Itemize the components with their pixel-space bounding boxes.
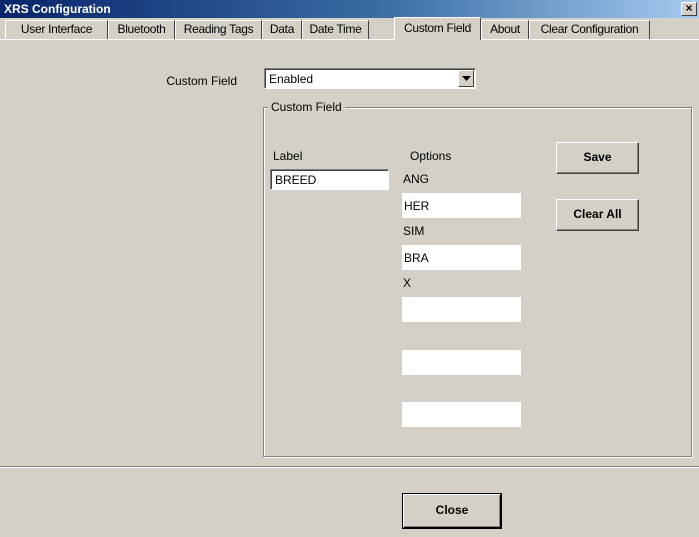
label-input[interactable]: BREED (270, 169, 389, 190)
custom-field-select-value: Enabled (269, 72, 314, 86)
save-button[interactable]: Save (556, 142, 639, 174)
close-button[interactable]: Close (403, 494, 501, 528)
window-title: XRS Configuration (4, 2, 111, 16)
option-6-input[interactable] (402, 297, 521, 322)
tab-bluetooth[interactable]: Bluetooth (108, 20, 175, 39)
window-close-button[interactable]: × (681, 2, 697, 16)
dropdown-arrow-button[interactable] (458, 70, 474, 87)
option-7-input[interactable] (402, 350, 521, 375)
title-bar: XRS Configuration × (0, 0, 699, 18)
tab-clear-configuration[interactable]: Clear Configuration (529, 20, 650, 39)
group-title: Custom Field (268, 100, 345, 114)
custom-field-label: Custom Field (166, 74, 237, 88)
chevron-down-icon (462, 76, 471, 81)
tab-date-time[interactable]: Date Time (302, 20, 369, 39)
option-2-input[interactable]: HER (402, 193, 521, 218)
label-caption: Label (273, 149, 303, 163)
tab-about[interactable]: About (481, 20, 529, 39)
clear-all-button[interactable]: Clear All (556, 199, 639, 231)
tab-user-interface[interactable]: User Interface (5, 20, 108, 39)
options-caption: Options (410, 149, 452, 163)
option-3[interactable]: SIM (403, 224, 424, 238)
option-8-input[interactable] (402, 402, 521, 427)
tab-reading-tags[interactable]: Reading Tags (175, 20, 262, 39)
option-1[interactable]: ANG (403, 172, 429, 186)
tab-custom-field[interactable]: Custom Field (394, 17, 481, 40)
footer-divider-highlight (0, 467, 699, 468)
tab-data[interactable]: Data (262, 20, 302, 39)
option-4-input[interactable]: BRA (402, 245, 521, 270)
option-5[interactable]: X (403, 276, 411, 290)
tab-strip-border (0, 39, 699, 40)
custom-field-select[interactable]: Enabled (264, 68, 476, 89)
